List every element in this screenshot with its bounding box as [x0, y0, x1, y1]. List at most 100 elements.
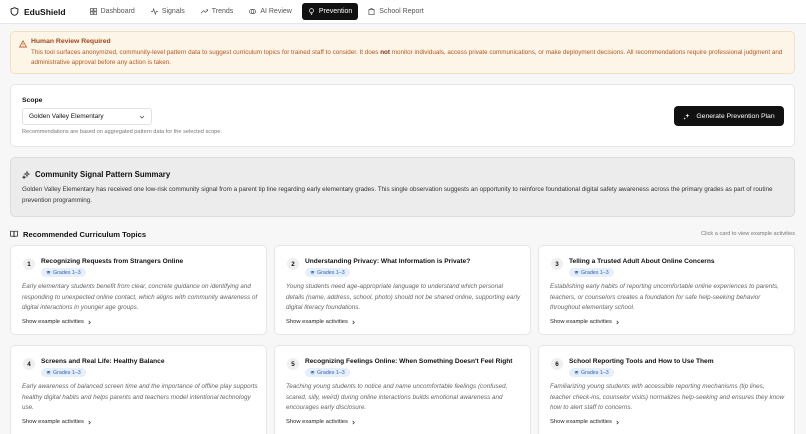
topic-card[interactable]: 4 Screens and Real Life: Healthy Balance… [10, 345, 267, 434]
chevron-right-icon [352, 420, 355, 424]
alert-title: Human Review Required [31, 38, 111, 45]
topic-title: Recognizing Requests from Strangers Onli… [41, 258, 184, 265]
nav-label: Signals [161, 8, 185, 15]
topic-card[interactable]: 2 Understanding Privacy: What Informatio… [274, 245, 531, 335]
nav-trends[interactable]: Trends [195, 3, 240, 20]
nav-label: Dashboard [100, 8, 135, 15]
human-review-alert: Human Review Required This tool surfaces… [10, 31, 795, 74]
main-nav: Dashboard Signals Trends AI Review Preve… [84, 3, 430, 20]
show-example-activities-link[interactable]: Show example activities [550, 319, 620, 325]
chevron-right-icon [88, 420, 91, 424]
graduation-cap-icon [46, 370, 51, 375]
topic-title: School Reporting Tools and How to Use Th… [569, 358, 714, 365]
topic-number: 6 [551, 358, 563, 370]
generate-prevention-plan-button[interactable]: Generate Prevention Plan [674, 106, 784, 126]
chevron-right-icon [88, 320, 91, 324]
topic-card[interactable]: 1 Recognizing Requests from Strangers On… [10, 245, 267, 335]
shield-icon [10, 7, 19, 16]
grade-label: Grades 1–3 [581, 369, 609, 376]
topic-number: 4 [23, 358, 35, 370]
topic-description: Establishing early habits of reporting u… [550, 283, 779, 312]
show-activities-label: Show example activities [22, 419, 84, 425]
graduation-cap-icon [310, 270, 315, 275]
show-example-activities-link[interactable]: Show example activities [286, 419, 356, 425]
graduation-cap-icon [310, 370, 315, 375]
topics-heading: Recommended Curriculum Topics [10, 230, 146, 239]
show-activities-label: Show example activities [550, 319, 612, 325]
topic-title: Telling a Trusted Adult About Online Con… [569, 258, 715, 265]
nav-label: Trends [211, 8, 234, 15]
topics-title: Recommended Curriculum Topics [23, 229, 147, 239]
topic-description: Young students need age-appropriate lang… [286, 283, 521, 312]
summary-title: Community Signal Pattern Summary [35, 170, 171, 179]
grid-icon [89, 8, 97, 15]
grade-label: Grades 1–3 [53, 369, 81, 376]
topic-title: Recognizing Feelings Online: When Someth… [305, 358, 513, 365]
topic-number: 3 [551, 258, 563, 270]
generate-button-label: Generate Prevention Plan [696, 112, 775, 120]
scope-select[interactable]: Golden Valley Elementary [22, 108, 152, 125]
show-example-activities-link[interactable]: Show example activities [286, 319, 356, 325]
show-example-activities-link[interactable]: Show example activities [22, 319, 92, 325]
topic-description: Teaching young students to notice and na… [286, 383, 508, 412]
summary-body: Golden Valley Elementary has received on… [22, 186, 773, 204]
nav-signals[interactable]: Signals [145, 3, 191, 20]
nav-prevention[interactable]: Prevention [301, 3, 359, 20]
warning-icon [19, 40, 27, 48]
topic-card[interactable]: 3 Telling a Trusted Adult About Online C… [538, 245, 795, 335]
sparkles-icon [683, 112, 690, 120]
grade-label: Grades 1–3 [317, 269, 345, 276]
topic-description: Early awareness of balanced screen time … [22, 383, 258, 412]
trend-icon [200, 9, 208, 14]
bulb-icon [308, 8, 314, 15]
show-example-activities-link[interactable]: Show example activities [550, 419, 620, 425]
show-activities-label: Show example activities [286, 319, 348, 325]
scope-selected-value: Golden Valley Elementary [29, 113, 104, 120]
topic-card[interactable]: 6 School Reporting Tools and How to Use … [538, 345, 795, 434]
chevron-right-icon [352, 320, 355, 324]
topic-number: 1 [23, 258, 35, 270]
building-icon [368, 8, 376, 15]
graduation-cap-icon [574, 270, 579, 275]
show-activities-label: Show example activities [22, 319, 84, 325]
brain-icon [249, 8, 257, 15]
topic-number: 2 [287, 258, 299, 270]
top-nav-bar: EduShield Dashboard Signals Trends AI Re… [0, 0, 806, 24]
scope-hint: Recommendations are based on aggregated … [22, 129, 222, 135]
topics-header: Recommended Curriculum Topics Click a ca… [10, 229, 795, 239]
chevron-right-icon [616, 420, 619, 424]
nav-school-report[interactable]: School Report [362, 3, 429, 20]
scope-label: Scope [22, 97, 43, 104]
topics-hint: Click a card to view example activities [701, 231, 795, 237]
topic-title: Understanding Privacy: What Information … [305, 258, 471, 265]
topic-card[interactable]: 5 Recognizing Feelings Online: When Some… [274, 345, 531, 434]
grade-label: Grades 1–3 [581, 269, 609, 276]
brand[interactable]: EduShield [10, 7, 66, 17]
topic-number: 5 [287, 358, 299, 370]
alert-body-emphasis: not [380, 49, 390, 56]
grade-label: Grades 1–3 [53, 269, 81, 276]
book-icon [10, 230, 18, 238]
topic-title: Screens and Real Life: Healthy Balance [41, 358, 165, 365]
nav-dashboard[interactable]: Dashboard [84, 3, 141, 20]
pulse-icon [150, 8, 158, 15]
grade-badge: Grades 1–3 [41, 268, 86, 277]
grade-label: Grades 1–3 [317, 369, 345, 376]
nav-ai-review[interactable]: AI Review [243, 3, 298, 20]
scope-card: Scope Golden Valley Elementary Recommend… [10, 84, 795, 147]
topic-description: Early elementary students benefit from c… [22, 283, 258, 312]
grade-badge: Grades 1–3 [305, 368, 350, 377]
graduation-cap-icon [46, 270, 51, 275]
show-example-activities-link[interactable]: Show example activities [22, 419, 92, 425]
graduation-cap-icon [574, 370, 579, 375]
grade-badge: Grades 1–3 [569, 268, 614, 277]
sparkles-icon [22, 170, 30, 179]
chevron-down-icon [139, 115, 145, 119]
pattern-summary-panel: Community Signal Pattern Summary Golden … [10, 157, 795, 217]
grade-badge: Grades 1–3 [41, 368, 86, 377]
grade-badge: Grades 1–3 [305, 268, 350, 277]
summary-heading: Community Signal Pattern Summary [22, 170, 783, 179]
app-name: EduShield [24, 6, 66, 17]
grade-badge: Grades 1–3 [569, 368, 614, 377]
topic-description: Familiarizing young students with access… [550, 383, 785, 412]
